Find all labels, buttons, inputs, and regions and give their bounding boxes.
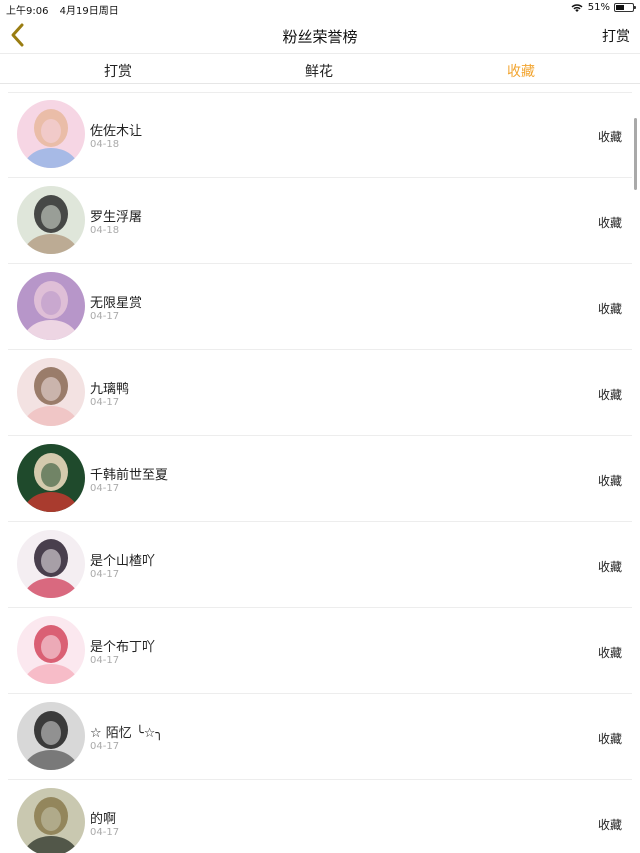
- avatar[interactable]: [17, 530, 85, 598]
- list-date: 04-17: [90, 741, 120, 752]
- favorite-label: 收藏: [597, 130, 622, 144]
- list-date: 04-17: [90, 569, 120, 580]
- list-item[interactable]: 罗生浮屠 04-18 收藏: [0, 178, 640, 264]
- favorite-label: 收藏: [597, 216, 622, 230]
- avatar-image: [17, 186, 85, 254]
- battery-fill: [616, 5, 624, 10]
- avatar[interactable]: [17, 100, 85, 168]
- user-name: 是个山楂吖: [90, 554, 156, 569]
- favorite-label: 收藏: [597, 732, 622, 746]
- avatar-image: [17, 444, 85, 512]
- status-right: 51%: [571, 2, 636, 13]
- status-left: 上午9:06 4月19日周日: [6, 2, 127, 17]
- user-name: 无限星赏: [90, 296, 143, 311]
- list-date: 04-17: [90, 827, 120, 838]
- tab-bar: 打赏 鲜花 收藏: [0, 53, 640, 84]
- fan-list: 佐佐木让 04-18 收藏 罗生浮屠 04-18 收藏 无限星赏 04-17 收…: [0, 92, 640, 853]
- user-name: ☆ 陌忆 ╰☆╮: [90, 726, 164, 741]
- list-item[interactable]: ☆ 陌忆 ╰☆╮ 04-17 收藏: [0, 694, 640, 780]
- page-title: 粉丝荣誉榜: [282, 28, 358, 46]
- avatar-image: [17, 616, 85, 684]
- avatar[interactable]: [17, 444, 85, 512]
- avatar[interactable]: [17, 186, 85, 254]
- list-date: 04-18: [90, 139, 120, 150]
- battery-icon: [614, 3, 636, 12]
- list-item[interactable]: 佐佐木让 04-18 收藏: [0, 92, 640, 178]
- list-item[interactable]: 是个布丁吖 04-17 收藏: [0, 608, 640, 694]
- list-item[interactable]: 无限星赏 04-17 收藏: [0, 264, 640, 350]
- list-date: 04-18: [90, 225, 120, 236]
- tab-reward[interactable]: 打赏: [104, 61, 132, 81]
- list-item[interactable]: 的啊 04-17 收藏: [0, 780, 640, 853]
- avatar[interactable]: [17, 788, 85, 853]
- avatar-image: [17, 530, 85, 598]
- user-name: 的啊: [90, 812, 117, 827]
- avatar-image: [17, 788, 85, 853]
- avatar-image: [17, 702, 85, 770]
- favorite-label: 收藏: [597, 302, 622, 316]
- user-name: 佐佐木让: [90, 124, 143, 139]
- battery-percent: 51%: [587, 2, 610, 13]
- reward-button[interactable]: 打赏: [602, 26, 630, 46]
- list-date: 04-17: [90, 311, 120, 322]
- status-bar: 上午9:06 4月19日周日 51%: [0, 0, 640, 18]
- avatar[interactable]: [17, 616, 85, 684]
- tab-flowers[interactable]: 鲜花: [305, 61, 333, 81]
- nav-bar: 粉丝荣誉榜 打赏: [0, 18, 640, 52]
- avatar[interactable]: [17, 272, 85, 340]
- list-date: 04-17: [90, 397, 120, 408]
- tab-favorites[interactable]: 收藏: [507, 61, 535, 81]
- list-item[interactable]: 是个山楂吖 04-17 收藏: [0, 522, 640, 608]
- favorite-label: 收藏: [597, 818, 622, 832]
- favorite-label: 收藏: [597, 388, 622, 402]
- list-date: 04-17: [90, 655, 120, 666]
- list-item[interactable]: 九璃鸭 04-17 收藏: [0, 350, 640, 436]
- avatar-image: [17, 100, 85, 168]
- favorite-label: 收藏: [597, 560, 622, 574]
- list-date: 04-17: [90, 483, 120, 494]
- avatar[interactable]: [17, 702, 85, 770]
- favorite-label: 收藏: [597, 646, 622, 660]
- favorite-label: 收藏: [597, 474, 622, 488]
- avatar-image: [17, 358, 85, 426]
- wifi-icon: [571, 3, 583, 12]
- list-item[interactable]: 千韩前世至夏 04-17 收藏: [0, 436, 640, 522]
- avatar-image: [17, 272, 85, 340]
- avatar[interactable]: [17, 358, 85, 426]
- status-time: 上午9:06: [6, 6, 49, 17]
- user-name: 千韩前世至夏: [90, 468, 169, 483]
- user-name: 是个布丁吖: [90, 640, 156, 655]
- scrollbar[interactable]: [634, 118, 637, 190]
- user-name: 九璃鸭: [90, 382, 130, 397]
- status-date: 4月19日周日: [59, 6, 119, 17]
- user-name: 罗生浮屠: [90, 210, 143, 225]
